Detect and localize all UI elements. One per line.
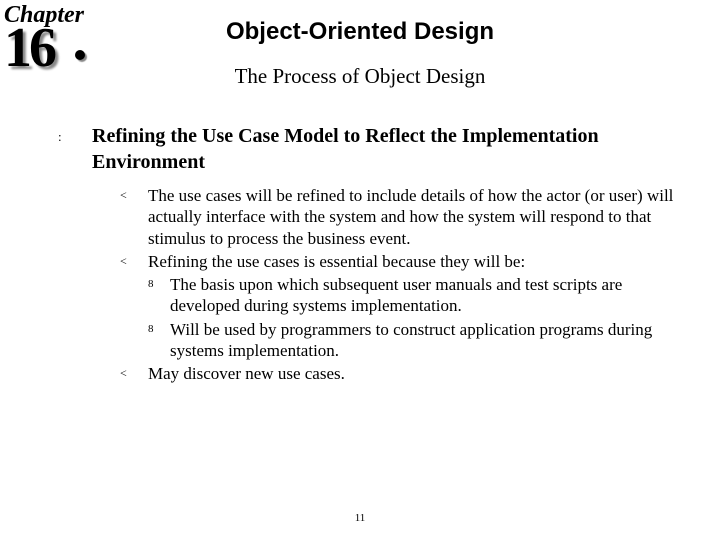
heading-text: Refining the Use Case Model to Reflect t… [92,123,690,175]
list-item: < The use cases will be refined to inclu… [120,185,690,249]
list-item: 8 Will be used by programmers to constru… [148,319,690,362]
content-area: : Refining the Use Case Model to Reflect… [58,123,690,384]
item-text: The use cases will be refined to include… [148,185,690,249]
page-number: 11 [0,512,720,524]
bullet-l3: 8 [148,319,170,362]
page-subtitle: The Process of Object Design [0,46,720,89]
level2-group: < The use cases will be refined to inclu… [120,185,690,384]
subitem-text: Will be used by programmers to construct… [170,319,690,362]
subitem-text: The basis upon which subsequent user man… [170,274,690,317]
bullet-l3: 8 [148,274,170,317]
list-item: < Refining the use cases is essential be… [120,251,690,272]
bullet-l2: < [120,185,148,249]
chapter-dot [75,50,85,60]
level3-group: 8 The basis upon which subsequent user m… [148,274,690,361]
list-item: < May discover new use cases. [120,363,690,384]
chapter-badge: Chapter 16 [4,6,104,86]
page-title: Object-Oriented Design [0,0,720,46]
item-text: May discover new use cases. [148,363,345,384]
chapter-number: 16 [4,16,54,80]
bullet-l2: < [120,251,148,272]
item-text: Refining the use cases is essential beca… [148,251,525,272]
list-item: 8 The basis upon which subsequent user m… [148,274,690,317]
bullet-l2: < [120,363,148,384]
bullet-l1: : [58,123,92,175]
heading-item: : Refining the Use Case Model to Reflect… [58,123,690,175]
